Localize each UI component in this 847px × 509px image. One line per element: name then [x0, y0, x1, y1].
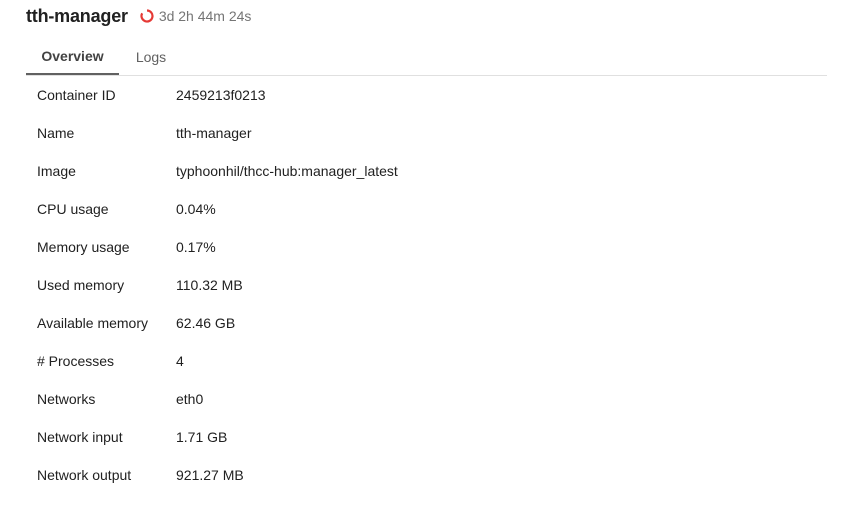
detail-value: 0.04%: [176, 201, 216, 217]
detail-row-networks: Networks eth0: [37, 380, 797, 418]
tab-overview[interactable]: Overview: [26, 38, 119, 75]
page-header: tth-manager 3d 2h 44m 24s: [26, 4, 251, 28]
detail-value: 0.17%: [176, 239, 216, 255]
detail-row-available-memory: Available memory 62.46 GB: [37, 304, 797, 342]
detail-value: 4: [176, 353, 184, 369]
detail-row-network-output: Network output 921.27 MB: [37, 456, 797, 494]
detail-label: Name: [37, 125, 75, 141]
detail-value: 1.71 GB: [176, 429, 228, 445]
detail-row-processes: # Processes 4: [37, 342, 797, 380]
detail-value: typhoonhil/thcc-hub:manager_latest: [176, 163, 398, 179]
tab-logs[interactable]: Logs: [119, 38, 183, 75]
detail-label: Networks: [37, 391, 96, 407]
detail-row-cpu-usage: CPU usage 0.04%: [37, 190, 797, 228]
tab-bar: Overview Logs: [26, 38, 183, 75]
detail-row-used-memory: Used memory 110.32 MB: [37, 266, 797, 304]
detail-value: tth-manager: [176, 125, 252, 141]
uptime-text: 3d 2h 44m 24s: [158, 8, 252, 24]
detail-row-network-input: Network input 1.71 GB: [37, 418, 797, 456]
detail-row-container-id: Container ID 2459213f0213: [37, 76, 797, 114]
detail-row-memory-usage: Memory usage 0.17%: [37, 228, 797, 266]
detail-label: CPU usage: [37, 201, 109, 217]
detail-label: Used memory: [37, 277, 125, 293]
detail-label: Container ID: [37, 87, 116, 103]
detail-value: 110.32 MB: [176, 277, 243, 293]
detail-value: 2459213f0213: [176, 87, 266, 103]
page-title: tth-manager: [26, 5, 128, 26]
detail-value: 921.27 MB: [176, 467, 244, 483]
detail-value: 62.46 GB: [176, 315, 236, 331]
detail-label: Network input: [37, 429, 123, 445]
detail-label: Memory usage: [37, 239, 130, 255]
detail-label: # Processes: [37, 353, 115, 369]
running-spinner-icon: [139, 8, 155, 24]
detail-label: Network output: [37, 467, 132, 483]
detail-row-image: Image typhoonhil/thcc-hub:manager_latest: [37, 152, 797, 190]
detail-value: eth0: [176, 391, 204, 407]
detail-row-name: Name tth-manager: [37, 114, 797, 152]
detail-label: Available memory: [37, 315, 149, 331]
container-details: Container ID 2459213f0213 Name tth-manag…: [37, 76, 797, 494]
detail-label: Image: [37, 163, 76, 179]
